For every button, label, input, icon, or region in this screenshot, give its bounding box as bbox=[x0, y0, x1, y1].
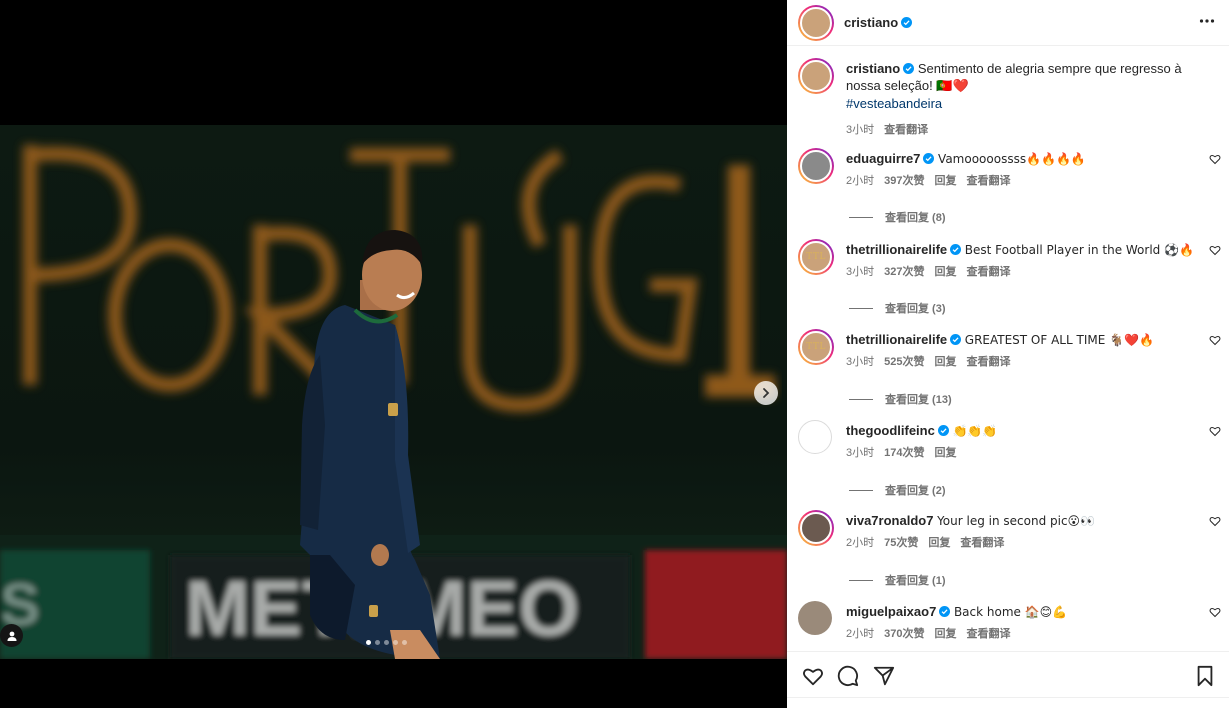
view-replies-button[interactable]: 查看回复 (8) bbox=[849, 209, 946, 225]
see-translation-button[interactable]: 查看翻译 bbox=[966, 626, 1010, 643]
like-comment-heart-icon[interactable] bbox=[1209, 334, 1221, 346]
reply-button[interactable]: 回复 bbox=[934, 445, 956, 462]
slide-dot bbox=[366, 640, 371, 645]
slide-dot bbox=[384, 640, 389, 645]
chevron-right-icon bbox=[763, 388, 770, 398]
comment-text: Best Football Player in the World ⚽🔥 bbox=[964, 243, 1194, 257]
comment-time[interactable]: 2小时 bbox=[846, 173, 874, 190]
reply-button[interactable]: 回复 bbox=[934, 354, 956, 371]
more-horizontal-icon bbox=[1199, 19, 1215, 23]
comment-username[interactable]: eduaguirre7 bbox=[846, 151, 920, 166]
user-icon bbox=[7, 631, 16, 641]
view-replies-label: 查看回复 (8) bbox=[885, 212, 946, 224]
view-replies-button[interactable]: 查看回复 (3) bbox=[849, 300, 946, 316]
comments-list: cristiano Sentimento de alegria sempre q… bbox=[787, 47, 1229, 647]
share-send-icon[interactable] bbox=[873, 665, 895, 687]
ttl-logo: TTL bbox=[800, 241, 832, 273]
comment-likes[interactable]: 525次赞 bbox=[884, 354, 924, 371]
comment-bubble-icon[interactable] bbox=[837, 665, 859, 687]
comment-username[interactable]: thegoodlifeinc bbox=[846, 423, 935, 438]
view-replies-button[interactable]: 查看回复 (2) bbox=[849, 482, 946, 498]
comment-likes[interactable]: 327次赞 bbox=[884, 264, 924, 281]
see-translation-button[interactable]: 查看翻译 bbox=[966, 354, 1010, 371]
comment-likes[interactable]: 75次赞 bbox=[884, 535, 918, 552]
verified-badge-icon bbox=[923, 153, 935, 164]
like-comment-heart-icon[interactable] bbox=[1209, 515, 1221, 527]
commenter-avatar[interactable] bbox=[798, 601, 832, 635]
caption-username[interactable]: cristiano bbox=[846, 61, 900, 76]
comment-likes[interactable]: 174次赞 bbox=[884, 445, 924, 462]
see-translation-button[interactable]: 查看翻译 bbox=[884, 122, 928, 139]
verified-badge-icon bbox=[950, 334, 962, 345]
verified-badge-icon bbox=[939, 606, 951, 617]
commenter-avatar[interactable]: TTL bbox=[798, 329, 834, 365]
author-username[interactable]: cristiano bbox=[844, 15, 898, 30]
caption-time[interactable]: 3小时 bbox=[846, 122, 874, 139]
next-slide-button[interactable] bbox=[754, 381, 778, 405]
comment-likes[interactable]: 397次赞 bbox=[884, 173, 924, 190]
tagged-people-button[interactable] bbox=[0, 624, 23, 647]
comment-time[interactable]: 3小时 bbox=[846, 264, 874, 281]
author-avatar[interactable] bbox=[798, 4, 834, 41]
view-replies-button[interactable]: 查看回复 (13) bbox=[849, 391, 952, 407]
author-avatar[interactable] bbox=[798, 58, 834, 94]
comment-text: Vamooooossss🔥🔥🔥🔥 bbox=[938, 152, 1086, 166]
reply-button[interactable]: 回复 bbox=[934, 264, 956, 281]
verified-badge-icon bbox=[937, 425, 949, 436]
post-dialog: METEMEO S bbox=[0, 0, 1229, 708]
comment-username[interactable]: thetrillionairelife bbox=[846, 242, 947, 257]
comment-username[interactable]: viva7ronaldo7 bbox=[846, 513, 933, 528]
reply-button[interactable]: 回复 bbox=[934, 173, 956, 190]
comment-time[interactable]: 2小时 bbox=[846, 535, 874, 552]
commenter-avatar[interactable] bbox=[798, 420, 832, 454]
verified-badge-icon bbox=[950, 244, 962, 255]
comment-text: 👏👏👏 bbox=[952, 424, 998, 438]
slide-dot bbox=[393, 640, 398, 645]
save-bookmark-icon[interactable] bbox=[1195, 665, 1215, 687]
see-translation-button[interactable]: 查看翻译 bbox=[966, 173, 1010, 190]
view-replies-label: 查看回复 (3) bbox=[885, 303, 946, 315]
photo-scene: METEMEO S bbox=[0, 125, 787, 659]
commenter-avatar[interactable] bbox=[798, 148, 834, 184]
comment-time[interactable]: 3小时 bbox=[846, 445, 874, 462]
slide-dot bbox=[402, 640, 407, 645]
see-translation-button[interactable]: 查看翻译 bbox=[966, 264, 1010, 281]
view-replies-label: 查看回复 (1) bbox=[885, 575, 946, 587]
slide-dot bbox=[375, 640, 380, 645]
see-translation-button[interactable]: 查看翻译 bbox=[960, 535, 1004, 552]
comment-text: Your leg in second pic😮👀 bbox=[937, 514, 1096, 528]
commenter-avatar[interactable] bbox=[798, 510, 834, 546]
like-heart-icon[interactable] bbox=[802, 665, 824, 687]
hashtag-link[interactable]: #vesteabandeira bbox=[846, 95, 1201, 112]
post-photo[interactable]: METEMEO S bbox=[0, 125, 787, 659]
like-comment-heart-icon[interactable] bbox=[1209, 153, 1221, 165]
more-options-button[interactable] bbox=[1199, 13, 1215, 34]
comment-time[interactable]: 3小时 bbox=[846, 354, 874, 371]
comment-time[interactable]: 2小时 bbox=[846, 626, 874, 643]
verified-badge-icon bbox=[903, 63, 915, 74]
like-comment-heart-icon[interactable] bbox=[1209, 244, 1221, 256]
comment-likes[interactable]: 370次赞 bbox=[884, 626, 924, 643]
verified-badge-icon bbox=[901, 17, 913, 28]
commenter-avatar[interactable]: TTL bbox=[798, 239, 834, 275]
ttl-logo: TTL bbox=[800, 331, 832, 363]
reply-button[interactable]: 回复 bbox=[928, 535, 950, 552]
media-pane: METEMEO S bbox=[0, 0, 787, 708]
post-header: cristiano bbox=[787, 0, 1229, 46]
comment-text: Back home 🏠😊💪 bbox=[953, 605, 1068, 619]
post-action-bar bbox=[787, 651, 1229, 697]
like-comment-heart-icon[interactable] bbox=[1209, 606, 1221, 618]
slide-indicator bbox=[366, 640, 407, 645]
view-replies-label: 查看回复 (13) bbox=[885, 394, 952, 406]
view-replies-label: 查看回复 (2) bbox=[885, 485, 946, 497]
reply-button[interactable]: 回复 bbox=[934, 626, 956, 643]
post-details-panel: cristiano cristiano Sentimento de alegri… bbox=[787, 0, 1229, 708]
like-comment-heart-icon[interactable] bbox=[1209, 425, 1221, 437]
comment-username[interactable]: miguelpaixao7 bbox=[846, 604, 936, 619]
comment-text: GREATEST OF ALL TIME 🐐❤️🔥 bbox=[964, 333, 1154, 347]
comment-username[interactable]: thetrillionairelife bbox=[846, 332, 947, 347]
view-replies-button[interactable]: 查看回复 (1) bbox=[849, 572, 946, 588]
likes-summary-strip bbox=[787, 697, 1229, 708]
